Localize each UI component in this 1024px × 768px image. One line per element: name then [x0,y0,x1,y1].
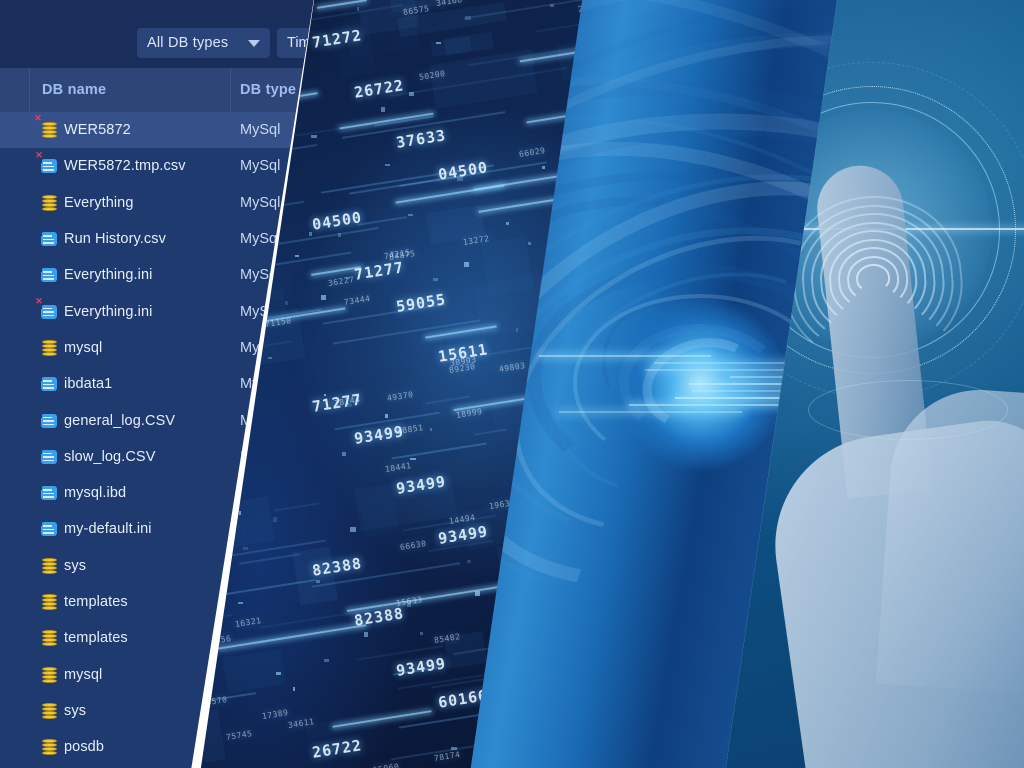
cell-db-name: mysql [64,340,102,356]
cell-db-name: posdb [64,739,104,755]
column-header-db-name[interactable]: DB name [31,68,231,112]
cell-db-name: Everything.ini [64,267,152,283]
cell-db-name: sys [64,558,86,574]
cell-db-type: MySql [240,231,280,247]
cell-db-name: mysql [64,667,102,683]
cell-db-name: WER5872 [64,122,131,138]
cell-db-name: templates [64,630,128,646]
cell-db-type: MySql [240,195,280,211]
cell-db-name: WER5872.tmp.csv [64,158,186,174]
cell-db-name: ibdata1 [64,376,112,392]
table-header-gutter [0,68,30,112]
cell-db-name: slow_log.CSV [64,449,155,465]
cell-db-type: MySql [240,122,280,138]
cell-db-name: templates [64,594,128,610]
composite-banner: All DB types Time DB name DB type ✕ WER58… [0,0,1024,768]
db-type-filter-dropdown[interactable]: All DB types [137,28,270,58]
cell-db-name: mysql.ibd [64,485,126,501]
db-type-filter-label: All DB types [147,35,228,51]
cell-db-name: Everything [64,195,134,211]
cell-db-name: Everything.ini [64,304,152,320]
cell-db-name: general_log.CSV [64,413,175,429]
cell-db-name: Run History.csv [64,231,166,247]
cell-db-name: sys [64,703,86,719]
chevron-down-icon[interactable] [248,40,260,47]
scanner-base-ring-icon [808,380,1008,440]
cell-db-name: my-default.ini [64,521,152,537]
cell-db-type: MySql [240,158,280,174]
